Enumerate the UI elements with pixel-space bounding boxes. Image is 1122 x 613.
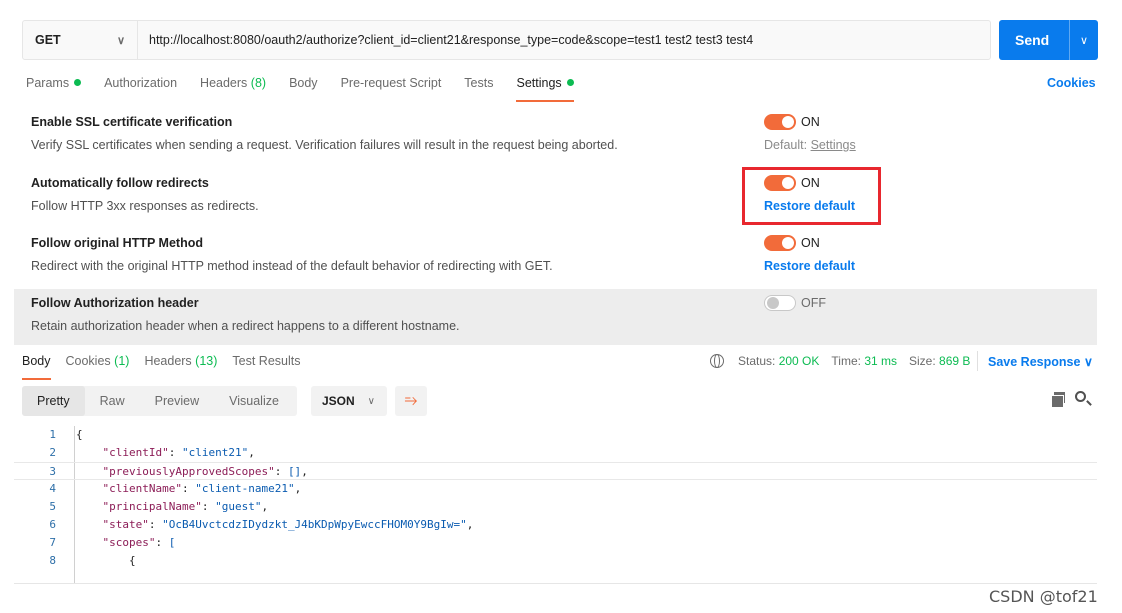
toggle-state: ON xyxy=(801,115,820,129)
tab-test-results[interactable]: Test Results xyxy=(232,354,300,376)
code-text: { xyxy=(76,428,83,441)
setting-description: Follow HTTP 3xx responses as redirects. xyxy=(31,199,259,213)
divider xyxy=(977,351,978,371)
setting-description: Redirect with the original HTTP method i… xyxy=(31,259,553,273)
default-settings-text: Default: Settings xyxy=(764,138,856,152)
tab-authorization[interactable]: Authorization xyxy=(104,76,177,100)
tab-headers[interactable]: Headers (8) xyxy=(200,76,266,100)
chevron-down-icon[interactable]: ∨ xyxy=(1069,20,1088,60)
code-line: 3 "previouslyApprovedScopes": [], xyxy=(14,462,1097,480)
method-label: GET xyxy=(35,33,61,47)
follow-method-toggle[interactable]: ON xyxy=(764,235,820,251)
setting-description: Retain authorization header when a redir… xyxy=(31,319,460,333)
line-number: 7 xyxy=(49,536,56,549)
setting-title: Follow Authorization header xyxy=(31,296,199,310)
tab-response-cookies[interactable]: Cookies (1) xyxy=(66,354,130,376)
response-size[interactable]: Size: 869 B xyxy=(909,354,970,368)
setting-follow-redirects: Automatically follow redirects Follow HT… xyxy=(14,169,1097,229)
tab-pre-request-script[interactable]: Pre-request Script xyxy=(341,76,442,100)
line-number: 2 xyxy=(49,446,56,459)
toggle-switch[interactable] xyxy=(764,235,796,251)
code-text: "scopes": [ xyxy=(102,536,176,549)
tab-settings[interactable]: Settings xyxy=(516,76,574,102)
chevron-down-icon: ∨ xyxy=(1083,355,1094,369)
tab-body[interactable]: Body xyxy=(289,76,318,100)
code-text: { xyxy=(76,554,136,567)
setting-title: Enable SSL certificate verification xyxy=(31,115,233,129)
code-line: 5 "principalName": "guest", xyxy=(14,498,1097,516)
format-select[interactable]: JSON ∨ xyxy=(311,386,387,416)
ssl-toggle[interactable]: ON xyxy=(764,114,820,130)
request-bar: GET ∨ http://localhost:8080/oauth2/autho… xyxy=(22,20,991,60)
line-number: 4 xyxy=(49,482,56,495)
setting-description: Verify SSL certificates when sending a r… xyxy=(31,138,618,152)
watermark: CSDN @tof21 xyxy=(989,587,1098,606)
send-button[interactable]: Send ∨ xyxy=(999,20,1098,60)
method-select[interactable]: GET ∨ xyxy=(23,21,138,59)
request-tabs: Params Authorization Headers (8) Body Pr… xyxy=(26,76,597,102)
setting-title: Automatically follow redirects xyxy=(31,176,209,190)
wrap-lines-icon[interactable]: ⥱ xyxy=(395,386,427,416)
code-text: "clientName": "client-name21", xyxy=(102,482,302,495)
chevron-down-icon: ∨ xyxy=(116,34,125,47)
response-body-viewer[interactable]: 1{2 "clientId": "client21", 3 "previously… xyxy=(14,426,1097,584)
status-dot-icon xyxy=(566,79,574,87)
toggle-switch[interactable] xyxy=(764,295,796,311)
line-number: 6 xyxy=(49,518,56,531)
code-text: "state": "OcB4UvctcdzIDydzkt_J4bKDpWpyEw… xyxy=(102,518,474,531)
setting-title: Follow original HTTP Method xyxy=(31,236,203,250)
response-time[interactable]: Time: 31 ms xyxy=(831,354,897,368)
response-meta: Status: 200 OK Time: 31 ms Size: 869 B xyxy=(710,354,982,368)
view-raw-button[interactable]: Raw xyxy=(85,386,140,416)
code-line: 8 { xyxy=(14,552,1097,570)
code-line: 2 "clientId": "client21", xyxy=(14,444,1097,462)
response-tabs: Body Cookies (1) Headers (13) Test Resul… xyxy=(22,354,316,380)
setting-follow-original-method: Follow original HTTP Method Redirect wit… xyxy=(14,229,1097,289)
restore-default-link[interactable]: Restore default xyxy=(764,259,855,273)
view-preview-button[interactable]: Preview xyxy=(140,386,214,416)
search-icon[interactable] xyxy=(1075,391,1086,402)
cookies-link[interactable]: Cookies xyxy=(1047,76,1096,90)
code-text: "principalName": "guest", xyxy=(102,500,269,513)
toggle-state: OFF xyxy=(801,296,826,310)
save-response-button[interactable]: Save Response ∨ xyxy=(988,354,1093,369)
highlight-box xyxy=(742,167,881,225)
settings-link[interactable]: Settings xyxy=(811,138,856,152)
line-number: 5 xyxy=(49,500,56,513)
code-text: "previouslyApprovedScopes": [], xyxy=(102,465,308,478)
follow-auth-header-toggle[interactable]: OFF xyxy=(764,295,826,311)
copy-icon[interactable] xyxy=(1051,392,1065,408)
divider xyxy=(14,583,1097,584)
status-badge[interactable]: Status: 200 OK xyxy=(738,354,819,368)
tab-params[interactable]: Params xyxy=(26,76,82,100)
code-line: 1{ xyxy=(14,426,1097,444)
status-dot-icon xyxy=(74,79,82,87)
setting-ssl-verification: Enable SSL certificate verification Veri… xyxy=(14,108,1097,168)
view-mode-toolbar: Pretty Raw Preview Visualize xyxy=(22,386,297,416)
code-text: "clientId": "client21", xyxy=(102,446,255,459)
chevron-down-icon: ∨ xyxy=(367,395,375,407)
format-label: JSON xyxy=(322,394,355,408)
send-label: Send xyxy=(1015,32,1050,48)
toggle-switch[interactable] xyxy=(764,114,796,130)
globe-icon[interactable] xyxy=(710,354,724,368)
view-pretty-button[interactable]: Pretty xyxy=(22,386,85,416)
tab-response-headers[interactable]: Headers (13) xyxy=(144,354,217,376)
line-number: 8 xyxy=(49,554,56,567)
view-visualize-button[interactable]: Visualize xyxy=(214,386,294,416)
code-line: 6 "state": "OcB4UvctcdzIDydzkt_J4bKDpWpy… xyxy=(14,516,1097,534)
setting-follow-authorization-header: Follow Authorization header Retain autho… xyxy=(14,289,1097,345)
tab-response-body[interactable]: Body xyxy=(22,354,51,380)
toggle-state: ON xyxy=(801,236,820,250)
tab-tests[interactable]: Tests xyxy=(464,76,493,100)
line-number: 3 xyxy=(49,465,56,478)
code-line: 4 "clientName": "client-name21", xyxy=(14,480,1097,498)
line-number: 1 xyxy=(49,428,56,441)
url-input[interactable]: http://localhost:8080/oauth2/authorize?c… xyxy=(138,33,753,47)
code-line: 7 "scopes": [ xyxy=(14,534,1097,552)
